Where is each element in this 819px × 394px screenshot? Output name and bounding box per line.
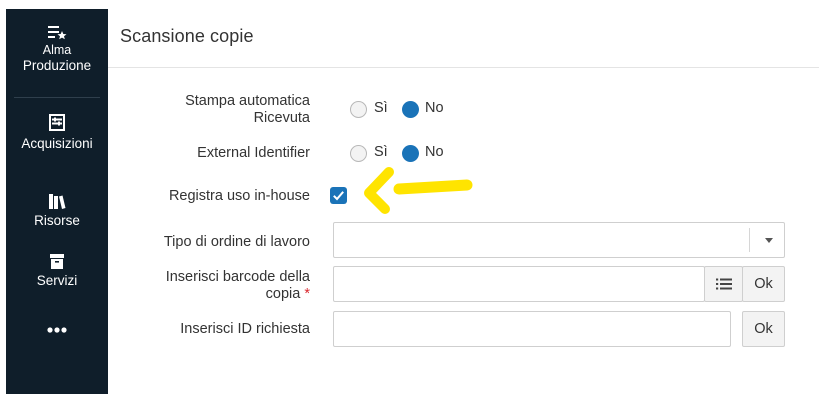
work-order-type-select[interactable] xyxy=(333,222,785,258)
sidebar-item-alma-produzione[interactable]: Alma Produzione xyxy=(6,23,108,73)
sidebar-item-label: Risorse xyxy=(34,213,80,228)
item-barcode-label-line1: Inserisci barcode della xyxy=(165,269,310,285)
list-icon xyxy=(715,278,732,290)
item-barcode-label: Inserisci barcode della copia * xyxy=(120,269,310,303)
sidebar-item-label: Servizi xyxy=(36,273,78,288)
select-divider xyxy=(749,228,750,252)
page-header: Scansione copie xyxy=(108,9,819,68)
external-identifier-label: External Identifier xyxy=(197,145,310,161)
external-identifier-yes-label: Sì xyxy=(374,144,388,160)
request-id-ok-button[interactable]: Ok xyxy=(742,311,785,347)
sidebar-divider xyxy=(14,97,100,98)
sidebar-item-label: Alma xyxy=(42,43,72,57)
item-barcode-list-button[interactable] xyxy=(704,266,743,302)
request-id-label: Inserisci ID richiesta xyxy=(180,321,310,337)
register-inhouse-label: Registra uso in-house xyxy=(168,188,310,204)
work-order-type-label: Tipo di ordine di lavoro xyxy=(163,234,310,250)
item-barcode-label-line2-wrap: copia * xyxy=(120,286,310,303)
sidebar-item-acquisizioni[interactable]: Acquisizioni xyxy=(6,112,108,151)
sidebar-item-more[interactable] xyxy=(6,325,108,335)
list-star-icon xyxy=(48,26,67,40)
abacus-icon xyxy=(49,114,65,131)
register-inhouse-checkbox[interactable] xyxy=(330,187,347,204)
item-barcode-ok-button[interactable]: Ok xyxy=(742,266,785,302)
annotation-arrow xyxy=(364,167,473,214)
print-receipt-no-radio[interactable] xyxy=(402,101,419,118)
print-receipt-yes-radio[interactable] xyxy=(350,101,367,118)
more-dots-icon xyxy=(47,327,67,333)
print-receipt-label-line2: Ricevuta xyxy=(253,110,310,126)
books-icon xyxy=(49,194,66,209)
checkmark-icon xyxy=(333,191,344,201)
chevron-down-icon[interactable] xyxy=(764,238,774,244)
external-identifier-no-label: No xyxy=(425,144,444,160)
page-title: Scansione copie xyxy=(120,26,254,46)
sidebar: Alma Produzione Acquisizioni Risorse Ser… xyxy=(6,9,108,394)
print-receipt-no-label: No xyxy=(425,100,444,116)
sidebar-item-servizi[interactable]: Servizi xyxy=(6,252,108,288)
item-barcode-input[interactable] xyxy=(333,266,705,302)
sidebar-item-risorse[interactable]: Risorse xyxy=(6,192,108,228)
print-receipt-label-line1: Stampa automatica xyxy=(185,93,310,109)
external-identifier-yes-radio[interactable] xyxy=(350,145,367,162)
sidebar-item-label: Acquisizioni xyxy=(21,136,93,151)
required-mark: * xyxy=(304,286,310,302)
archive-box-icon xyxy=(50,254,64,269)
request-id-input[interactable] xyxy=(333,311,731,347)
print-receipt-yes-label: Sì xyxy=(374,100,388,116)
sidebar-item-label: Produzione xyxy=(22,58,92,73)
item-barcode-label-line2: copia xyxy=(265,286,301,302)
print-receipt-label: Stampa automatica Ricevuta xyxy=(120,93,310,127)
external-identifier-no-radio[interactable] xyxy=(402,145,419,162)
